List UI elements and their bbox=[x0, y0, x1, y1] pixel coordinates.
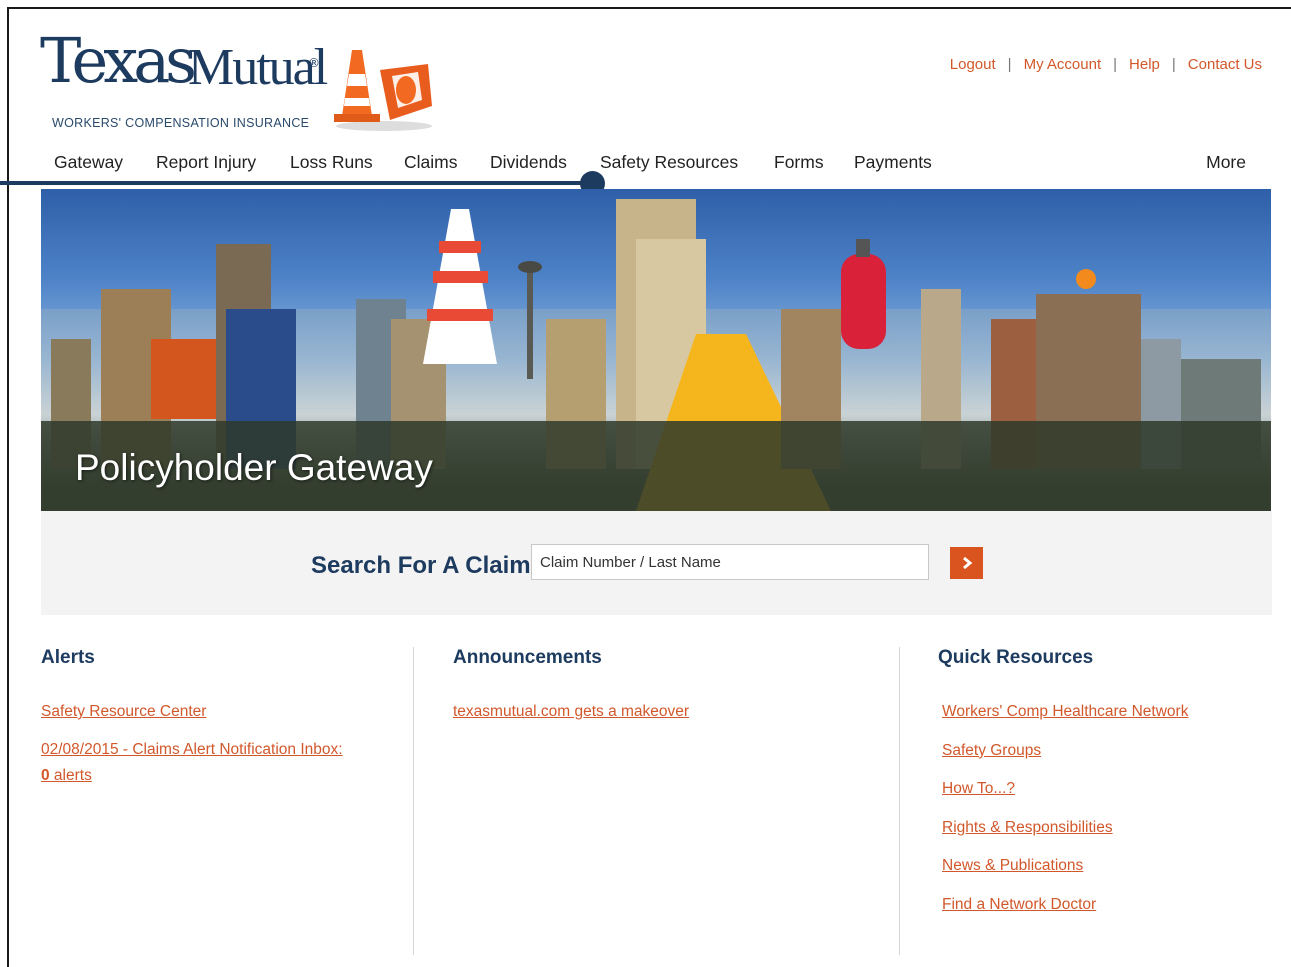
search-submit-button[interactable] bbox=[950, 547, 983, 579]
quick-resource-link-how-to[interactable]: How To...? bbox=[942, 776, 1268, 802]
quick-resource-link-news[interactable]: News & Publications bbox=[942, 853, 1268, 879]
nav-item-report-injury[interactable]: Report Injury bbox=[156, 152, 256, 173]
column-divider bbox=[413, 647, 414, 955]
claim-search-input[interactable] bbox=[531, 544, 929, 580]
claims-alert-text: 02/08/2015 - Claims Alert Notification I… bbox=[41, 741, 343, 758]
quick-resource-link-safety-groups[interactable]: Safety Groups bbox=[942, 738, 1268, 764]
quick-resource-link-healthcare-network[interactable]: Workers' Comp Healthcare Network bbox=[942, 699, 1268, 725]
column-divider bbox=[899, 647, 900, 955]
nav-item-safety-resources[interactable]: Safety Resources bbox=[600, 152, 738, 173]
contact-us-link[interactable]: Contact Us bbox=[1188, 56, 1262, 73]
quick-resources-heading: Quick Resources bbox=[938, 647, 1094, 668]
nav-item-forms[interactable]: Forms bbox=[774, 152, 824, 173]
my-account-link[interactable]: My Account bbox=[1024, 56, 1102, 73]
search-label: Search For A Claim bbox=[311, 552, 531, 579]
alerts-heading: Alerts bbox=[41, 647, 95, 668]
quick-resource-link-rights[interactable]: Rights & Responsibilities bbox=[942, 815, 1268, 841]
safety-resource-center-link[interactable]: Safety Resource Center bbox=[41, 699, 401, 725]
main-nav: Gateway Report Injury Loss Runs Claims D… bbox=[54, 152, 1246, 180]
claims-alert-notification-link[interactable]: 02/08/2015 - Claims Alert Notification I… bbox=[41, 737, 401, 789]
hero-banner: Policyholder Gateway bbox=[41, 189, 1271, 511]
separator: | bbox=[1113, 56, 1118, 73]
announcements-column: Announcements texasmutual.com gets a mak… bbox=[453, 647, 873, 955]
chevron-right-icon bbox=[962, 556, 972, 570]
alert-count-suffix: alerts bbox=[49, 767, 92, 784]
separator: | bbox=[1007, 56, 1012, 73]
logo-texas-text: Texas bbox=[40, 24, 197, 97]
alert-count: 0 bbox=[41, 767, 50, 784]
nav-item-more[interactable]: More bbox=[1206, 152, 1246, 173]
utility-links: Logout | My Account | Help | Contact Us bbox=[950, 56, 1262, 73]
logo-mutual-text: Mutual bbox=[188, 39, 328, 96]
announcement-link[interactable]: texasmutual.com gets a makeover bbox=[453, 699, 873, 725]
nav-item-gateway[interactable]: Gateway bbox=[54, 152, 123, 173]
alerts-column: Alerts Safety Resource Center 02/08/2015… bbox=[41, 647, 401, 955]
traffic-cones-icon bbox=[334, 50, 432, 131]
nav-item-payments[interactable]: Payments bbox=[854, 152, 932, 173]
quick-resource-link-find-doctor[interactable]: Find a Network Doctor bbox=[942, 892, 1268, 918]
logo-tagline: WORKERS' COMPENSATION INSURANCE bbox=[52, 116, 310, 130]
callout-pointer-line bbox=[0, 181, 592, 185]
claim-search-panel: Search For A Claim bbox=[41, 511, 1272, 615]
texas-mutual-logo[interactable]: Texas Mutual ® WORKERS' COMPENSATION INS… bbox=[40, 30, 460, 140]
quick-resources-column: Quick Resources Workers' Comp Healthcare… bbox=[938, 647, 1268, 955]
nav-item-dividends[interactable]: Dividends bbox=[490, 152, 567, 173]
nav-item-loss-runs[interactable]: Loss Runs bbox=[290, 152, 373, 173]
separator: | bbox=[1171, 56, 1176, 73]
help-link[interactable]: Help bbox=[1129, 56, 1160, 73]
logo-registered-mark: ® bbox=[308, 56, 320, 70]
nav-item-claims[interactable]: Claims bbox=[404, 152, 457, 173]
hero-title: Policyholder Gateway bbox=[75, 447, 433, 488]
logout-link[interactable]: Logout bbox=[950, 56, 996, 73]
announcements-heading: Announcements bbox=[453, 647, 602, 668]
